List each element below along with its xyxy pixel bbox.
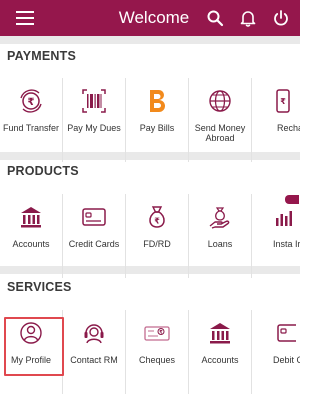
tile-cheques[interactable]: ₹ Cheques — [126, 310, 189, 394]
tile-label: Insta Ir — [273, 239, 300, 249]
section-title-services: SERVICES — [7, 280, 72, 294]
tile-recharge[interactable]: ₹ Recha — [252, 78, 300, 162]
power-icon[interactable] — [272, 9, 290, 27]
app-header: Welcome — [0, 0, 300, 36]
money-bag-icon: ₹ — [149, 206, 165, 228]
cheque-icon: ₹ — [144, 326, 170, 341]
globe-money-icon — [209, 90, 231, 112]
new-badge — [285, 195, 299, 204]
barcode-icon — [82, 89, 106, 113]
section-divider — [0, 36, 300, 44]
tile-label: Pay My Dues — [67, 123, 121, 133]
tile-fd-rd[interactable]: ₹ FD/RD — [126, 194, 189, 278]
menu-icon[interactable] — [14, 9, 36, 27]
tile-label: Credit Cards — [68, 239, 120, 249]
selection-highlight — [4, 317, 64, 376]
tile-label: Fund Transfer — [2, 123, 60, 133]
svg-text:₹: ₹ — [154, 217, 160, 226]
tile-pay-my-dues[interactable]: Pay My Dues — [63, 78, 126, 162]
credit-card-icon — [82, 208, 106, 226]
tile-credit-cards[interactable]: Credit Cards — [63, 194, 126, 278]
tile-label: Recha — [277, 123, 300, 133]
tile-pay-bills[interactable]: Pay Bills — [126, 78, 189, 162]
mobile-recharge-icon: ₹ — [276, 89, 290, 113]
tile-label: Contact RM — [70, 355, 118, 365]
debit-card-icon — [277, 324, 296, 342]
tile-accounts[interactable]: Accounts — [0, 194, 63, 278]
search-icon[interactable] — [206, 9, 224, 27]
rupee-transfer-icon: ₹ — [20, 89, 42, 113]
tile-contact-rm[interactable]: Contact RM — [63, 310, 126, 394]
tile-label: Accounts — [12, 239, 50, 249]
tile-label: Loans — [207, 239, 233, 249]
section-title-payments: PAYMENTS — [7, 49, 76, 63]
tile-fund-transfer[interactable]: ₹ Fund Transfer — [0, 78, 63, 162]
tile-insta[interactable]: Insta Ir — [252, 194, 300, 278]
tile-label: Send Money Abroad — [194, 123, 246, 143]
section-title-products: PRODUCTS — [7, 164, 79, 178]
loan-hand-icon — [209, 207, 230, 229]
tile-send-money-abroad[interactable]: Send Money Abroad — [189, 78, 252, 162]
tile-accounts-service[interactable]: Accounts — [189, 310, 252, 394]
bharat-billpay-icon — [150, 90, 165, 112]
bell-icon[interactable] — [239, 9, 257, 27]
tile-loans[interactable]: Loans — [189, 194, 252, 278]
svg-text:₹: ₹ — [280, 97, 286, 106]
insta-chart-icon — [276, 211, 292, 226]
tile-label: Accounts — [201, 355, 239, 365]
page-title: Welcome — [118, 8, 190, 27]
tile-debit-card[interactable]: Debit C — [252, 310, 300, 394]
svg-text:₹: ₹ — [159, 330, 163, 336]
tile-label: Pay Bills — [139, 123, 175, 133]
payments-row: ₹ Fund Transfer Pay My Dues Pay Bills Se… — [0, 78, 300, 162]
bank-icon — [21, 207, 41, 228]
headset-icon — [84, 324, 104, 344]
tile-label: Debit C — [273, 355, 300, 365]
tile-label: FD/RD — [143, 239, 171, 249]
bank-icon — [210, 323, 230, 344]
svg-text:₹: ₹ — [28, 97, 35, 108]
tile-label: Cheques — [138, 355, 176, 365]
products-row: Accounts Credit Cards ₹ FD/RD Loans Inst… — [0, 194, 300, 278]
